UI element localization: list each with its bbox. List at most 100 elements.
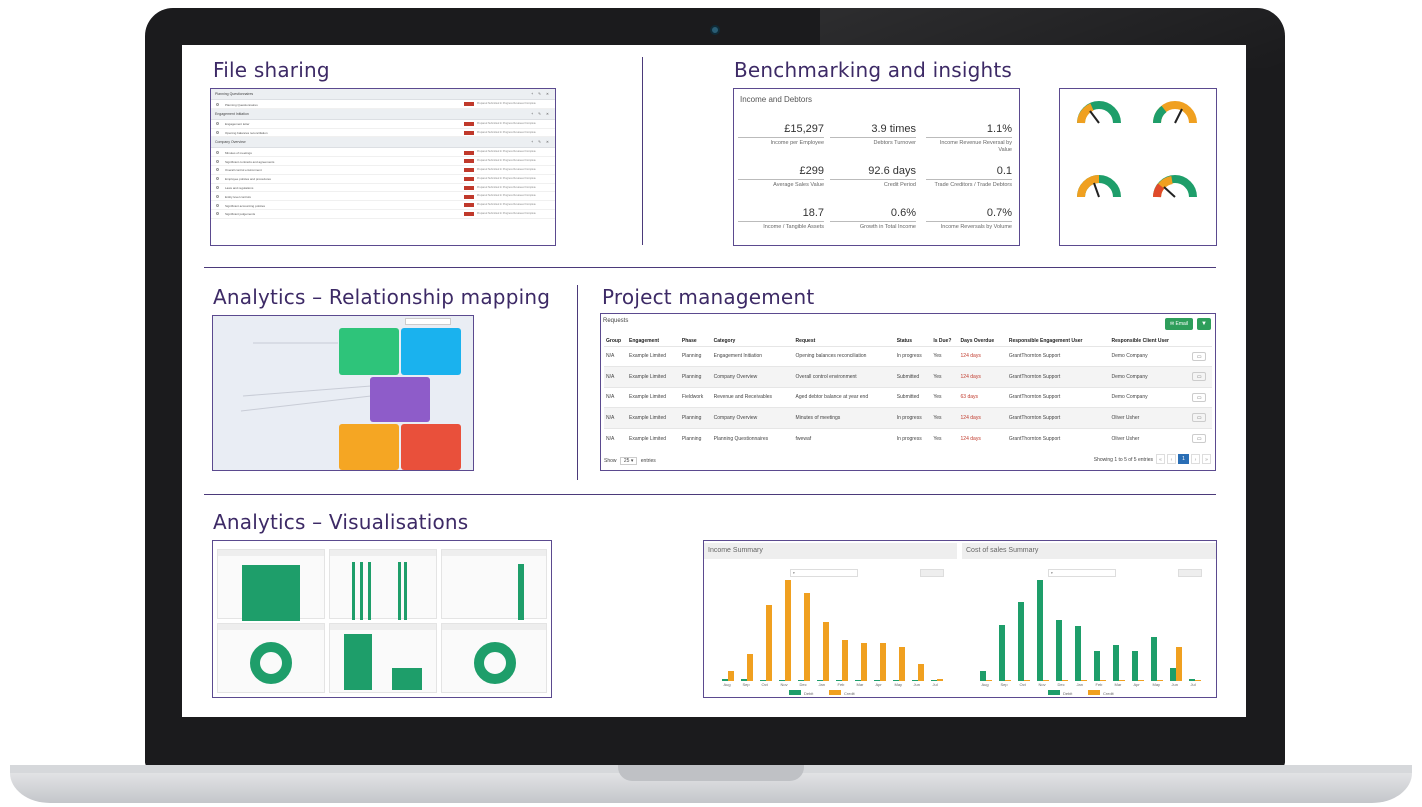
map-node-red[interactable]: [401, 424, 461, 470]
file-row[interactable]: Employee policies and procedures Prepared…: [211, 175, 555, 184]
file-row[interactable]: Significant contracts and agreements Prep…: [211, 157, 555, 166]
table-row[interactable]: N/A Example Limited Planning Planning Quest…: [604, 427, 1212, 449]
cell-group: N/A: [604, 345, 628, 367]
column-header[interactable]: Request: [794, 336, 895, 346]
column-header[interactable]: Days Overdue: [959, 336, 1007, 346]
bar-credit-mar: [1118, 680, 1125, 681]
folder-icon[interactable]: ▭: [1192, 413, 1207, 423]
vis-card-bar-spike[interactable]: [441, 549, 547, 620]
relationship-map-panel[interactable]: [212, 315, 474, 471]
folder-icon[interactable]: ▭: [1192, 372, 1207, 382]
x-tick-label: Nov: [1038, 682, 1046, 687]
cell-is-due: Yes: [931, 386, 959, 408]
x-tick-label: Aug: [981, 682, 989, 687]
bar-credit-apr: [1137, 680, 1144, 681]
bar-credit-jan: [1080, 680, 1087, 681]
cell-status: Submitted: [894, 386, 932, 408]
bar-credit-jan: [822, 622, 829, 681]
cell-request: Opening balances reconciliation: [793, 345, 895, 367]
cell-category: Company Overview: [711, 366, 794, 387]
cell-category: Company Overview: [711, 407, 794, 428]
next-page-button[interactable]: ›: [1191, 454, 1200, 464]
vis-card-bar-single[interactable]: [217, 549, 325, 621]
cell-phase: Planning: [679, 345, 712, 367]
folder-icon[interactable]: ▭: [1192, 351, 1207, 361]
vis-card-bars-two[interactable]: [329, 623, 437, 693]
bar-credit-sep: [746, 654, 753, 681]
folder-group-header[interactable]: Company Overview + ✎ ✕: [211, 137, 555, 149]
file-row[interactable]: Planning Questionnaires Prepared Submitte…: [211, 100, 555, 109]
x-tick-label: May: [1152, 682, 1161, 687]
column-header[interactable]: Responsible Engagement User: [1007, 336, 1110, 346]
vis-card-donut-2[interactable]: [441, 623, 547, 693]
cell-category: Engagement Initiation: [711, 345, 794, 367]
bar-credit-jun: [917, 663, 924, 681]
cell-days-overdue: 124 days: [958, 345, 1007, 367]
folder-icon[interactable]: ▭: [1192, 434, 1207, 443]
last-page-button[interactable]: »: [1202, 454, 1211, 464]
page-size-select[interactable]: 25 ▾: [619, 457, 638, 465]
map-node-blue[interactable]: [401, 328, 461, 375]
x-tick-label: Mar: [1114, 682, 1122, 687]
folder-group-header[interactable]: Planning Questionnaires + ✎ ✕: [211, 89, 555, 100]
filter-icon[interactable]: ▼: [1197, 318, 1211, 330]
legend-credit-label: Credit: [1103, 691, 1114, 696]
file-row[interactable]: Opening balances reconciliation Prepared …: [211, 129, 555, 138]
first-page-button[interactable]: «: [1156, 454, 1165, 464]
cell-category: Revenue and Receivables: [711, 386, 794, 408]
x-tick-label: Aug: [723, 682, 731, 687]
map-node-green[interactable]: [339, 328, 399, 375]
column-header[interactable]: Phase: [680, 336, 712, 346]
column-header[interactable]: Group: [604, 336, 627, 346]
table-row[interactable]: N/A Example Limited Planning Company Overvi…: [604, 366, 1212, 387]
cell-engagement: Example Limited: [627, 366, 680, 387]
x-tick-label: Mar: [856, 682, 864, 687]
file-row[interactable]: Overall control environment Prepared Subm…: [211, 166, 555, 175]
x-tick-label: Sep: [742, 682, 750, 687]
file-row[interactable]: Entity level controls Prepared Submitted …: [211, 192, 555, 202]
column-header[interactable]: Is Due?: [931, 336, 958, 346]
column-header[interactable]: Engagement: [627, 336, 680, 346]
column-header[interactable]: Category: [712, 336, 794, 346]
divider-horizontal-1: [204, 267, 1216, 268]
column-header[interactable]: Status: [895, 336, 932, 346]
folder-group-header[interactable]: Engagement Initiation + ✎ ✕: [211, 108, 555, 120]
bar-credit-may: [1156, 680, 1163, 681]
vis-card-bars-multi[interactable]: [329, 549, 437, 620]
column-header[interactable]: Responsible Client User: [1109, 336, 1190, 346]
x-tick-label: Apr: [1133, 682, 1140, 687]
map-node-purple[interactable]: [370, 377, 430, 422]
folder-icon[interactable]: ▭: [1192, 392, 1207, 402]
prev-page-button[interactable]: ‹: [1167, 454, 1176, 464]
current-page-button[interactable]: 1: [1178, 454, 1189, 464]
file-row[interactable]: Engagement letter Prepared Submitted In P…: [211, 120, 555, 129]
map-node-orange[interactable]: [339, 424, 399, 470]
email-button[interactable]: ✉ Email: [1165, 318, 1193, 330]
cell-client-user: Oliver Usher: [1109, 407, 1191, 428]
x-tick-label: Jan: [1076, 682, 1083, 687]
bar-credit-oct: [1023, 680, 1030, 681]
cell-days-overdue: 124 days: [958, 366, 1007, 387]
bar-credit-may: [898, 647, 905, 681]
table-row[interactable]: N/A Example Limited Fieldwork Revenue and R…: [604, 386, 1212, 408]
cell-is-due: Yes: [931, 345, 959, 367]
cell-client-user: Demo Company: [1109, 345, 1191, 367]
table-row[interactable]: N/A Example Limited Planning Engagement Ini…: [604, 345, 1212, 367]
legend-debit-swatch: [1048, 690, 1060, 695]
file-row[interactable]: Significant judgements Prepared Submitted…: [211, 210, 555, 219]
file-row[interactable]: Laws and regulations Prepared Submitted I…: [211, 184, 555, 193]
vis-card-donut-1[interactable]: [217, 623, 325, 693]
section-title-project: Project management: [602, 285, 815, 309]
file-row[interactable]: Significant accounting policies Prepared …: [211, 201, 555, 210]
cell-phase: Fieldwork: [679, 386, 712, 408]
kpi-debtors-turnover: 3.9 times Debtors Turnover: [830, 123, 916, 147]
legend-debit-swatch: [789, 690, 801, 695]
legend-debit-label: Debit: [804, 691, 814, 696]
x-tick-label: Jan: [818, 682, 825, 687]
cell-engagement-user: GrantThornton Support: [1006, 407, 1110, 428]
table-row[interactable]: N/A Example Limited Planning Company Overvi…: [604, 407, 1212, 428]
cell-engagement: Example Limited: [627, 427, 680, 449]
cell-days-overdue: 124 days: [958, 427, 1007, 449]
x-tick-label: Jul: [1190, 682, 1196, 687]
file-row[interactable]: Minutes of meetings Prepared Submitted In…: [211, 148, 555, 158]
